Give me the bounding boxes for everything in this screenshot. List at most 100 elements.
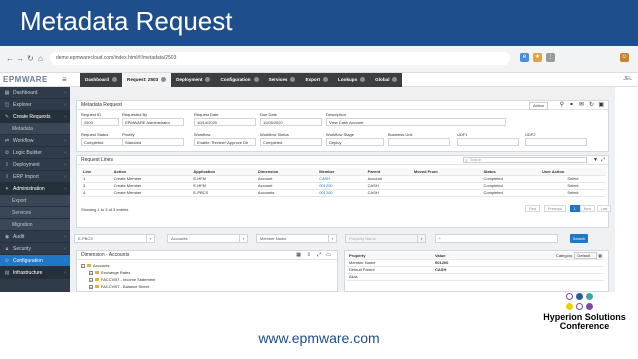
- application-select[interactable]: E-PBCS ▾: [74, 234, 155, 243]
- field-value-udf2[interactable]: [525, 138, 587, 146]
- bookmark-icon[interactable]: ★: [533, 53, 542, 62]
- column-header[interactable]: Parent: [365, 168, 412, 176]
- property-value[interactable]: [433, 273, 604, 281]
- table-row[interactable]: 4 Create Member E-PBCS Accounts 001200 CASH Co…: [81, 189, 606, 197]
- tab-configuration[interactable]: Configuration: [215, 73, 263, 87]
- dimension-select[interactable]: Accounts ▾: [167, 234, 248, 243]
- category-select[interactable]: Default: [574, 251, 598, 259]
- forward-icon[interactable]: →: [16, 54, 24, 63]
- field-value-request-id[interactable]: 2503: [81, 118, 119, 126]
- column-header[interactable]: User Action: [539, 168, 606, 176]
- field-value-priority[interactable]: Standard: [122, 138, 184, 146]
- extension-icon[interactable]: e: [520, 53, 529, 62]
- tab-request-2503[interactable]: Request: 2503: [122, 73, 172, 87]
- tab-dashboard[interactable]: Dashboard: [80, 73, 122, 87]
- attach-icon[interactable]: ⚲: [560, 101, 564, 110]
- close-icon[interactable]: [253, 77, 259, 83]
- sidebar-item-administration[interactable]: ✦ Administration ‹: [0, 183, 70, 195]
- field-value-workflow-status[interactable]: Completed: [260, 138, 322, 146]
- filter-icon[interactable]: ▼: [593, 156, 598, 165]
- sidebar-item-services[interactable]: Services: [0, 207, 70, 219]
- tree-node[interactable]: + FACCVBT - Income Statement: [89, 277, 155, 282]
- grid-icon[interactable]: ▦: [598, 253, 602, 258]
- close-icon[interactable]: [205, 77, 211, 83]
- column-header[interactable]: Dimension: [255, 168, 318, 176]
- table-cell[interactable]: Select: [539, 189, 606, 197]
- tab-deployment[interactable]: Deployment: [171, 73, 215, 87]
- column-header[interactable]: Action: [111, 168, 192, 176]
- export-icon[interactable]: ⇪: [307, 251, 311, 260]
- tab-lookups[interactable]: Lookups: [333, 73, 370, 87]
- lines-search-input[interactable]: Search: [463, 157, 587, 163]
- expand-icon[interactable]: ⤢: [601, 156, 605, 165]
- tab-services[interactable]: Services: [264, 73, 301, 87]
- close-icon[interactable]: [161, 77, 167, 83]
- save-icon[interactable]: ▣: [598, 101, 604, 110]
- refresh-icon[interactable]: ↻: [589, 101, 594, 110]
- sidebar-item-infrastructure[interactable]: ▤ Infrastructure ‹: [0, 267, 70, 279]
- property-name-select[interactable]: Property Name ▾: [345, 234, 426, 243]
- property-value[interactable]: 001200: [433, 259, 604, 267]
- close-icon[interactable]: [360, 77, 366, 83]
- table-row[interactable]: 1 Create Member E-HFM Account CASH Account Com…: [81, 175, 606, 183]
- sidebar-item-logic-builder[interactable]: ⚙ Logic Builder ‹: [0, 147, 70, 159]
- close-icon[interactable]: [112, 77, 117, 83]
- expand-toggle-icon[interactable]: +: [89, 284, 93, 289]
- sidebar-item-security[interactable]: 🔒︎ Security ‹: [0, 243, 70, 255]
- tab-global[interactable]: Global: [370, 73, 402, 87]
- page-1[interactable]: 1: [569, 205, 580, 212]
- column-header[interactable]: Moved From: [411, 168, 482, 176]
- column-header[interactable]: Line: [81, 168, 112, 176]
- sidebar-item-dashboard[interactable]: ▦ Dashboard ‹: [0, 87, 70, 99]
- field-value-workflow[interactable]: Enable: Review+Approve De: [194, 138, 256, 146]
- action-dropdown[interactable]: Action: [528, 102, 548, 110]
- close-icon[interactable]: [323, 77, 329, 83]
- table-row[interactable]: 3 Create Member E-HFM Account 001200 CASH Comp…: [81, 182, 606, 190]
- close-icon[interactable]: [290, 77, 296, 83]
- grid-icon[interactable]: ▦: [296, 251, 301, 260]
- sidebar-item-erp-import[interactable]: ⇩ ERP Import ‹: [0, 171, 70, 183]
- table-cell[interactable]: Select: [539, 182, 606, 190]
- sidebar-item-metadata[interactable]: Metadata: [0, 123, 70, 135]
- sidebar-item-configuration[interactable]: ⚙ Configuration ‹: [0, 255, 70, 267]
- expand-toggle-icon[interactable]: +: [89, 277, 93, 282]
- table-row[interactable]: Default Parent CASH: [347, 266, 604, 274]
- tab-export[interactable]: Export: [300, 73, 333, 87]
- sidebar-item-create-requests[interactable]: ✎ Create Requests ‹: [0, 111, 70, 123]
- sidebar-item-migration[interactable]: Migration: [0, 219, 70, 231]
- field-value-requested-by[interactable]: EPMWARE Administrator: [122, 118, 184, 126]
- search-button[interactable]: Search: [570, 234, 588, 243]
- home-icon[interactable]: ⌂: [38, 54, 43, 63]
- profile-avatar[interactable]: ☺: [620, 53, 629, 62]
- reload-icon[interactable]: ↻: [27, 54, 34, 63]
- close-icon[interactable]: [392, 77, 398, 83]
- field-value-udf1[interactable]: [457, 138, 519, 146]
- collapse-icon[interactable]: ▭: [326, 251, 331, 260]
- page-last[interactable]: Last: [596, 205, 612, 212]
- sidebar-item-deployment[interactable]: ⇪ Deployment ‹: [0, 159, 70, 171]
- field-value-description[interactable]: View Cash Account: [326, 118, 506, 126]
- column-header[interactable]: Status: [481, 168, 540, 176]
- hamburger-icon[interactable]: ≡: [62, 75, 67, 84]
- field-value-request-date[interactable]: 10/14/2020: [194, 118, 256, 126]
- column-header[interactable]: Member: [317, 168, 366, 176]
- field-value-workflow-stage[interactable]: Deploy: [326, 138, 384, 146]
- page-first[interactable]: First: [525, 205, 540, 212]
- page-next[interactable]: Next: [579, 205, 596, 212]
- column-header[interactable]: Application: [191, 168, 256, 176]
- sidebar-item-explorer[interactable]: ◫ Explorer ‹: [0, 99, 70, 111]
- sidebar-item-audit[interactable]: ◉ Audit ‹: [0, 231, 70, 243]
- field-value-business-unit[interactable]: [388, 138, 450, 146]
- table-row[interactable]: Alias: [347, 273, 604, 281]
- tree-node[interactable]: + FACCVBT - Balance Sheet: [89, 284, 149, 289]
- tree-node[interactable]: + Exchange Rates: [89, 270, 130, 275]
- expand-toggle-icon[interactable]: +: [89, 270, 93, 275]
- expand-toggle-icon[interactable]: −: [81, 263, 85, 268]
- table-row[interactable]: Member Name 001200: [347, 259, 604, 267]
- chat-icon[interactable]: ✉: [579, 101, 584, 110]
- address-bar[interactable]: demo.epmwarecloud.com/index.html#!/metad…: [50, 52, 510, 65]
- back-icon[interactable]: ←: [6, 54, 14, 63]
- sidebar-item-export[interactable]: Export: [0, 195, 70, 207]
- table-cell[interactable]: Select: [539, 175, 606, 183]
- user-menu[interactable]: JEL: [623, 76, 632, 82]
